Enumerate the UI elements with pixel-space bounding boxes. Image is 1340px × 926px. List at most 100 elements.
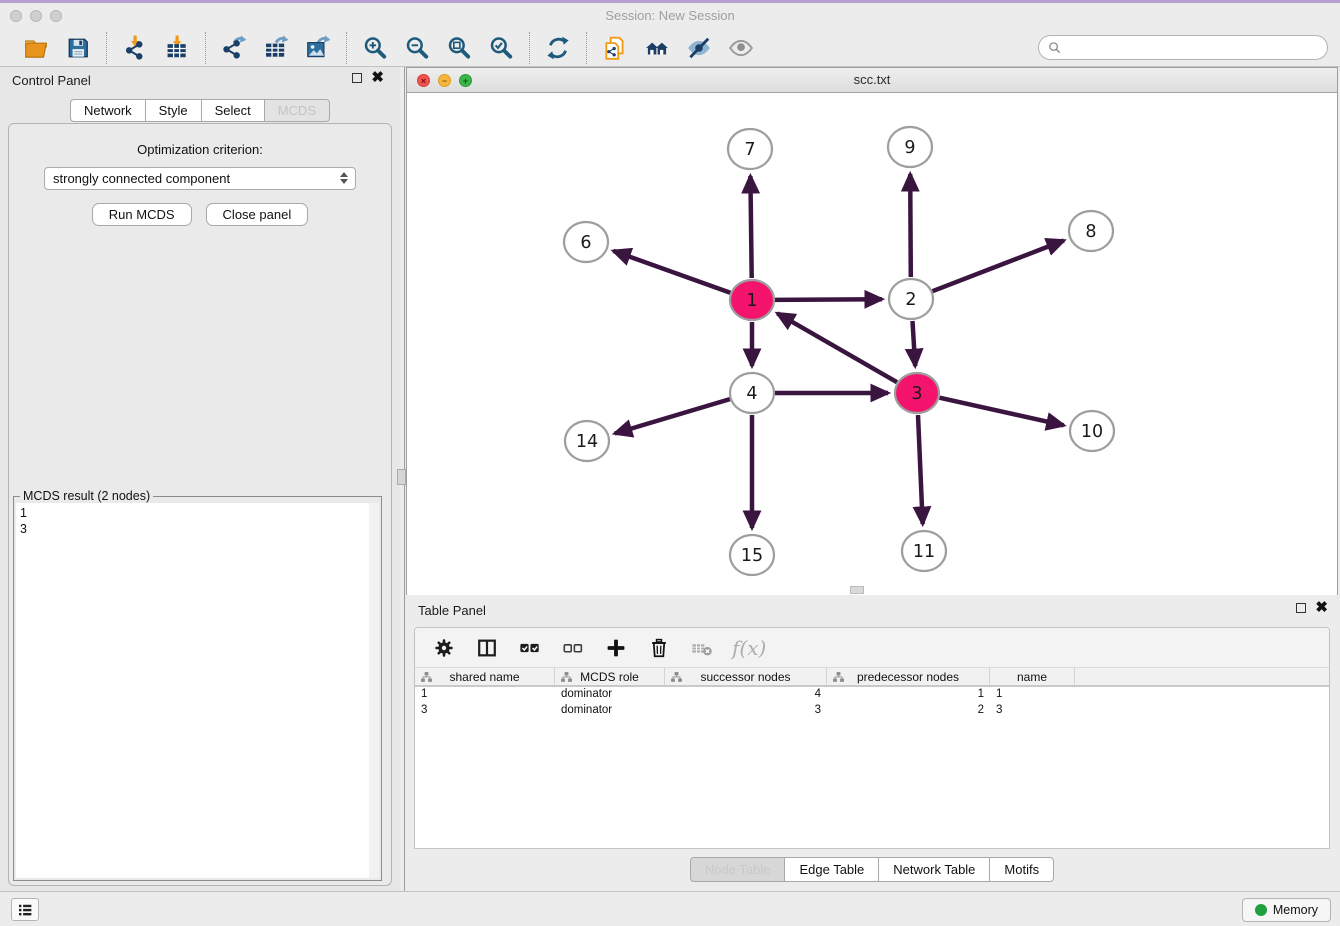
table-cell[interactable]: 2	[827, 703, 990, 719]
select-all-button[interactable]	[517, 635, 543, 661]
edge-2-8[interactable]	[933, 241, 1064, 292]
delete-column-button[interactable]	[646, 635, 672, 661]
node-15[interactable]: 15	[730, 535, 774, 575]
node-11[interactable]: 11	[902, 531, 946, 571]
table-cell[interactable]: dominator	[555, 687, 665, 703]
task-history-button[interactable]	[11, 898, 39, 921]
node-2[interactable]: 2	[889, 279, 933, 319]
zoom-selected-button[interactable]	[485, 33, 517, 63]
table-cell[interactable]: 1	[990, 687, 1075, 703]
column-header-MCDS-role[interactable]: MCDS role	[555, 668, 665, 685]
gear-button[interactable]	[431, 635, 457, 661]
zoom-in-button[interactable]	[359, 33, 391, 63]
node-6[interactable]: 6	[564, 222, 608, 262]
column-header-label: MCDS role	[580, 670, 639, 684]
mcds-result-scrollbar[interactable]	[369, 503, 379, 878]
table-cell[interactable]: 3	[990, 703, 1075, 719]
refresh-view-button[interactable]	[542, 33, 574, 63]
add-column-button[interactable]	[603, 635, 629, 661]
edge-3-11[interactable]	[918, 415, 923, 524]
column-header-label: name	[1017, 670, 1047, 684]
split-view-button[interactable]	[474, 635, 500, 661]
table-cell[interactable]: 1	[827, 687, 990, 703]
edge-3-1[interactable]	[777, 313, 897, 382]
mcds-result-box: MCDS result (2 nodes) 13	[13, 496, 382, 881]
tab-style[interactable]: Style	[145, 99, 201, 122]
node-label: 10	[1081, 422, 1103, 442]
column-header-shared-name[interactable]: shared name	[415, 668, 555, 685]
optimization-criterion-select[interactable]: strongly connected component	[44, 167, 356, 190]
table-row[interactable]: 1dominator411	[415, 687, 1329, 703]
edge-1-6[interactable]	[613, 251, 730, 293]
control-panel-close-button[interactable]: ✖	[371, 73, 384, 83]
node-9[interactable]: 9	[888, 127, 932, 167]
tree-icon	[832, 671, 845, 684]
table-row[interactable]: 3dominator323	[415, 703, 1329, 719]
tab-network[interactable]: Network	[70, 99, 145, 122]
node-1[interactable]: 1	[730, 280, 774, 320]
panel-splitter-handle[interactable]	[397, 469, 406, 485]
edge-3-10[interactable]	[940, 398, 1064, 426]
edge-2-9[interactable]	[910, 174, 911, 277]
chevron-updown-icon	[340, 172, 348, 184]
table-splitter-handle[interactable]	[850, 586, 864, 594]
window-title: Session: New Session	[0, 8, 1340, 23]
table-cell[interactable]: 1	[415, 687, 555, 703]
search-input[interactable]	[1066, 41, 1318, 55]
edge-2-3[interactable]	[913, 321, 916, 366]
node-10[interactable]: 10	[1070, 411, 1114, 451]
export-image-button[interactable]	[302, 33, 334, 63]
edge-1-7[interactable]	[750, 176, 751, 278]
show-all-button[interactable]	[725, 33, 757, 63]
tab-network-table[interactable]: Network Table	[878, 857, 989, 882]
node-7[interactable]: 7	[728, 129, 772, 169]
node-label: 6	[580, 233, 591, 253]
edge-4-14[interactable]	[615, 399, 730, 433]
control-panel-float-button[interactable]	[352, 73, 362, 83]
status-bar: Memory	[0, 891, 1340, 926]
tab-edge-table[interactable]: Edge Table	[784, 857, 878, 882]
node-3[interactable]: 3	[895, 373, 939, 413]
deselect-all-button[interactable]	[560, 635, 586, 661]
table-cell[interactable]: 3	[665, 703, 827, 719]
run-mcds-button[interactable]: Run MCDS	[92, 203, 192, 226]
import-network-button[interactable]	[119, 33, 151, 63]
tab-mcds[interactable]: MCDS	[264, 99, 330, 122]
network-canvas[interactable]: 7 9 6 8 1 2 4 3 14 10 15 11	[407, 93, 1337, 594]
tab-motifs[interactable]: Motifs	[989, 857, 1054, 882]
edge-1-2[interactable]	[775, 299, 882, 300]
save-session-button[interactable]	[62, 33, 94, 63]
zoom-fit-button[interactable]	[443, 33, 475, 63]
column-header-label: shared name	[449, 670, 519, 684]
network-graph: 7 9 6 8 1 2 4 3 14 10 15 11	[407, 93, 1337, 594]
clone-network-icon	[602, 35, 628, 61]
zoom-out-button[interactable]	[401, 33, 433, 63]
table-cell[interactable]: 4	[665, 687, 827, 703]
export-table-button[interactable]	[260, 33, 292, 63]
node-4[interactable]: 4	[730, 373, 774, 413]
mcds-result-list[interactable]: 13	[16, 503, 369, 878]
table-panel-header: Table Panel ✖	[406, 595, 1338, 623]
close-panel-button[interactable]: Close panel	[206, 203, 309, 226]
memory-button[interactable]: Memory	[1242, 898, 1331, 922]
table-cell[interactable]: 3	[415, 703, 555, 719]
column-header-name[interactable]: name	[990, 668, 1075, 685]
table-panel-close-button[interactable]: ✖	[1315, 603, 1328, 613]
clone-network-button[interactable]	[599, 33, 631, 63]
table-panel-float-button[interactable]	[1296, 603, 1306, 613]
tab-select[interactable]: Select	[201, 99, 264, 122]
table-cell[interactable]: dominator	[555, 703, 665, 719]
node-label: 1	[746, 291, 757, 311]
tab-node-table[interactable]: Node Table	[690, 857, 785, 882]
column-header-successor-nodes[interactable]: successor nodes	[665, 668, 827, 685]
control-panel: Control Panel ✖ NetworkStyleSelectMCDS O…	[0, 67, 400, 894]
export-network-button[interactable]	[218, 33, 250, 63]
hide-selected-button[interactable]	[683, 33, 715, 63]
open-session-button[interactable]	[20, 33, 52, 63]
table-toolbar: f(x)	[415, 628, 1329, 668]
first-neighbors-button[interactable]	[641, 33, 673, 63]
column-header-predecessor-nodes[interactable]: predecessor nodes	[827, 668, 990, 685]
import-table-button[interactable]	[161, 33, 193, 63]
node-14[interactable]: 14	[565, 421, 609, 461]
node-8[interactable]: 8	[1069, 211, 1113, 251]
